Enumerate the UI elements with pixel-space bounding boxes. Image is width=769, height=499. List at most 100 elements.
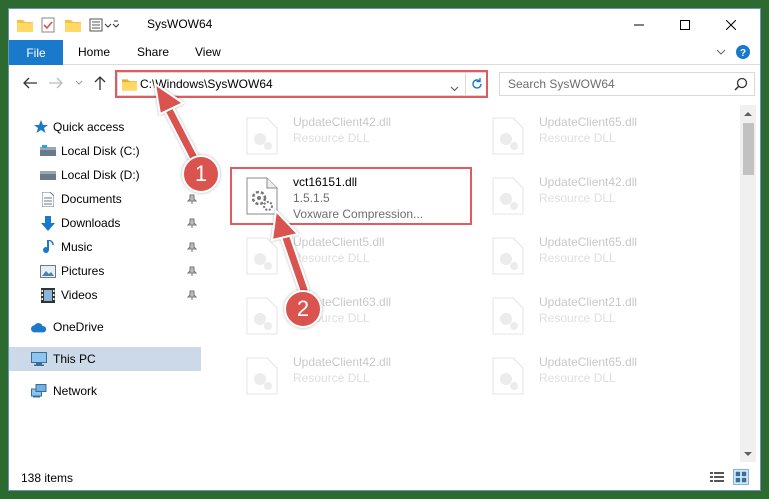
dll-file-icon [246,357,278,395]
dll-file-icon [492,237,524,275]
tab-file[interactable]: File [9,40,63,65]
item-count: 138 items [21,471,74,485]
svg-text:?: ? [740,48,746,59]
address-dropdown-icon[interactable] [450,81,459,95]
computer-icon [31,351,47,367]
explorer-window: SysWOW64 File Home Share View ? C:\Windo… [8,8,761,491]
sidebar-item-label: Downloads [61,216,121,230]
video-icon [40,287,56,303]
step-1-badge: 1 [182,155,220,193]
folder-icon [17,16,33,34]
back-button[interactable] [21,74,39,92]
scroll-thumb[interactable] [743,123,754,175]
sidebar-item-documents[interactable]: Documents [9,187,201,211]
customize-toolbar-icon[interactable] [89,16,119,34]
details-view-icon[interactable] [709,469,725,485]
sidebar-item-videos[interactable]: Videos [9,283,201,307]
sidebar-item-label: Videos [61,288,98,302]
sidebar-item-onedrive[interactable]: OneDrive [9,315,201,339]
navigation-pane: Quick access Local Disk (C:) Local Disk … [9,105,204,461]
sidebar-item-label: Music [61,240,93,254]
dll-file-icon [492,177,524,215]
sidebar-item-downloads[interactable]: Downloads [9,211,201,235]
minimize-button[interactable] [616,9,662,40]
sidebar-item-local-disk-d[interactable]: Local Disk (D:) [9,163,201,187]
scroll-up-icon[interactable] [740,105,756,121]
file-item[interactable]: UpdateClient42.dll Resource DLL [224,349,454,403]
sidebar-item-label: OneDrive [53,320,104,334]
window-title: SysWOW64 [147,17,213,31]
folder-icon [122,77,137,94]
search-box[interactable] [499,72,755,96]
pin-icon[interactable] [186,241,198,255]
pin-icon[interactable] [186,193,198,207]
dll-file-icon [246,297,278,335]
file-item[interactable]: UpdateClient5.dll Resource DLL [224,229,454,283]
file-item[interactable]: UpdateClient42.dll Resource DLL [470,169,700,223]
file-item[interactable]: UpdateClient21.dll Resource DLL [470,289,700,343]
drive-icon [40,143,56,159]
file-item-vct16151[interactable]: vct16151.dll 1.5.1.5 Voxware Compression… [224,169,454,223]
drive-icon [40,167,56,183]
step-2-badge: 2 [284,290,322,328]
document-icon [40,191,56,207]
sidebar-item-label: Quick access [53,120,125,134]
title-bar: SysWOW64 [9,9,760,40]
sidebar-item-quick-access[interactable]: Quick access [9,115,201,139]
download-icon [40,215,56,231]
address-path[interactable]: C:\Windows\SysWOW64 [140,77,273,91]
help-icon[interactable]: ? [734,43,752,61]
properties-icon[interactable] [41,16,55,34]
pin-icon[interactable] [186,217,198,231]
forward-button[interactable] [47,74,65,92]
cloud-icon [31,319,47,335]
new-folder-icon[interactable] [65,16,81,34]
sidebar-item-label: This PC [53,352,96,366]
file-name: vct16151.dll [293,175,358,189]
dll-file-icon [246,117,278,155]
file-item[interactable]: UpdateClient63.dll Resource DLL [224,289,454,343]
tab-share[interactable]: Share [137,45,169,59]
close-button[interactable] [708,9,754,40]
file-version: 1.5.1.5 [293,191,330,205]
file-item[interactable]: UpdateClient42.dll Resource DLL [224,109,454,163]
sidebar-item-this-pc[interactable]: This PC [9,347,201,371]
picture-icon [40,263,56,279]
dll-file-icon [492,357,524,395]
file-list: UpdateClient42.dll Resource DLL vct16151… [204,105,740,461]
file-item[interactable]: UpdateClient65.dll Resource DLL [470,109,700,163]
sidebar-item-local-disk-c[interactable]: Local Disk (C:) [9,139,201,163]
star-icon [33,119,49,135]
file-item[interactable]: UpdateClient65.dll Resource DLL [470,229,700,283]
sidebar-item-label: Local Disk (C:) [61,144,140,158]
tab-view[interactable]: View [195,45,221,59]
network-icon [31,383,47,399]
dll-file-icon [246,237,278,275]
search-icon[interactable] [734,77,748,94]
pin-icon[interactable] [186,289,198,303]
pin-icon[interactable] [186,265,198,279]
status-bar: 138 items [9,464,760,490]
sidebar-item-pictures[interactable]: Pictures [9,259,201,283]
dll-file-icon [492,297,524,335]
scroll-down-icon[interactable] [740,446,756,462]
navigation-bar: C:\Windows\SysWOW64 [9,66,760,100]
file-item[interactable]: UpdateClient65.dll Resource DLL [470,349,700,403]
sidebar-item-music[interactable]: Music [9,235,201,259]
up-button[interactable] [91,74,109,92]
file-description: Voxware Compression... [293,207,424,221]
address-bar[interactable]: C:\Windows\SysWOW64 [117,72,466,96]
sidebar-item-label: Pictures [61,264,105,278]
maximize-button[interactable] [662,9,708,40]
search-input[interactable] [508,77,718,91]
sidebar-item-label: Network [53,384,98,398]
sidebar-item-label: Documents [61,192,122,206]
sidebar-item-network[interactable]: Network [9,379,201,403]
ribbon-tabs: File Home Share View ? [9,40,760,65]
tab-home[interactable]: Home [78,45,110,59]
refresh-button[interactable] [466,72,488,96]
expand-ribbon-icon[interactable] [712,43,730,61]
recent-locations-icon[interactable] [70,74,88,92]
tiles-view-icon[interactable] [733,469,749,485]
vertical-scrollbar[interactable] [740,105,756,462]
